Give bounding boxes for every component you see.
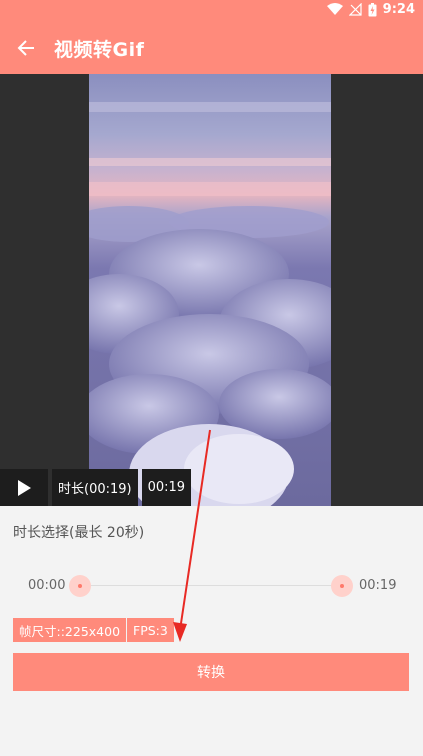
duration-label: 时长(00:19) [52, 469, 138, 506]
convert-button[interactable]: 转换 [13, 653, 409, 691]
battery-icon [368, 2, 377, 16]
start-handle[interactable] [69, 575, 91, 597]
video-preview [89, 74, 331, 506]
signal-off-icon [348, 3, 362, 16]
fps-chip[interactable]: FPS:3 [127, 618, 174, 642]
end-handle[interactable] [331, 575, 353, 597]
arrow-left-icon [17, 40, 34, 56]
wifi-icon [326, 3, 343, 15]
cloud-sky-image [89, 74, 331, 506]
page-title: 视频转Gif [54, 39, 145, 61]
duration-selection-label: 时长选择(最长 20秒) [13, 525, 145, 541]
status-icons: 9:24 [326, 2, 415, 17]
slider-track[interactable] [80, 585, 342, 586]
status-time: 9:24 [382, 2, 415, 17]
play-button[interactable] [0, 469, 48, 506]
play-icon [18, 479, 31, 496]
frame-size-chip[interactable]: 帧尺寸::225x400 [13, 618, 127, 642]
video-player[interactable]: 时长(00:19) 00:19 [0, 74, 423, 506]
range-start-time: 00:00 [28, 578, 66, 593]
range-end-time: 00:19 [359, 578, 397, 593]
status-bar: 9:24 [0, 0, 423, 22]
duration-range-slider: 00:00 00:19 [0, 572, 423, 600]
video-controls: 时长(00:19) 00:19 [0, 469, 192, 506]
back-button[interactable] [12, 34, 40, 62]
current-time-label: 00:19 [141, 469, 192, 506]
app-bar: 视频转Gif [0, 22, 423, 74]
